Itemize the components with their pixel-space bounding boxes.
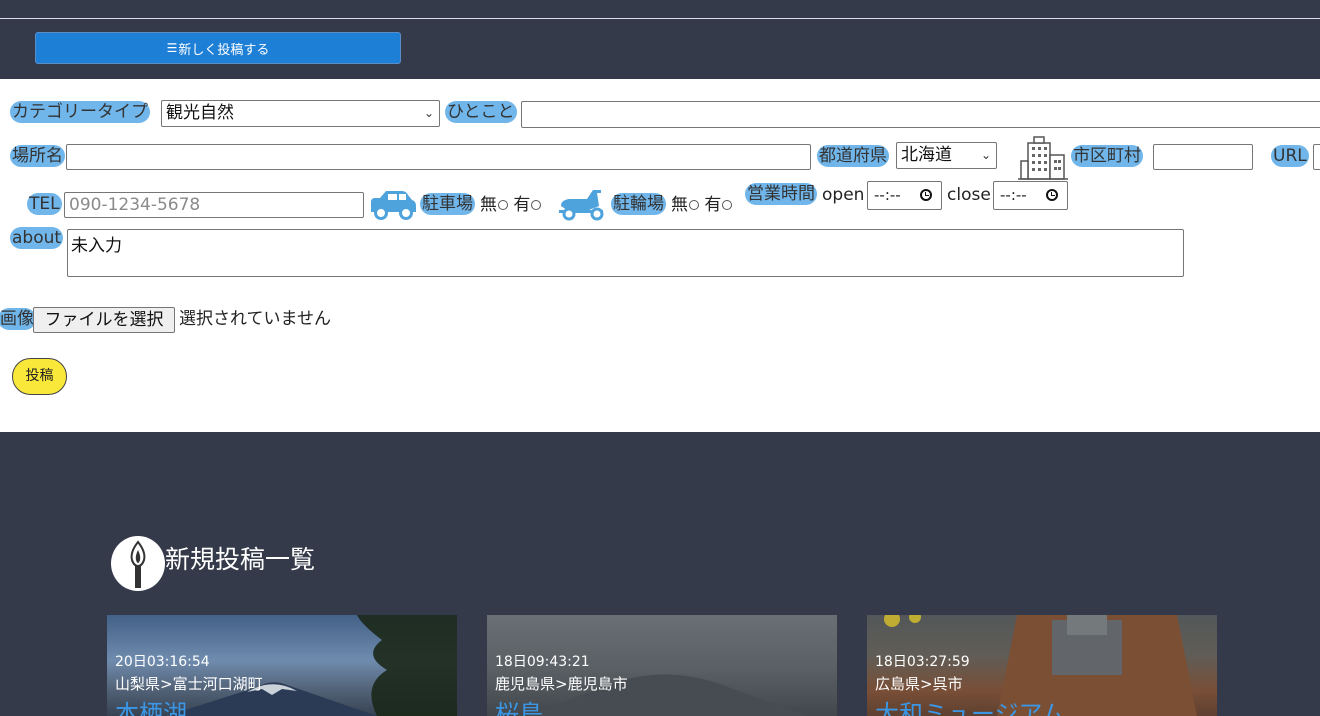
open-label: open <box>822 185 865 205</box>
chevron-down-icon: ⌄ <box>980 148 991 162</box>
parking-none-option[interactable]: 無 有 <box>480 194 542 216</box>
parking-none-radio[interactable] <box>498 200 508 210</box>
new-posts-title: 新規投稿一覧 <box>165 545 316 574</box>
comment-input[interactable] <box>521 101 1320 128</box>
clock-icon[interactable] <box>920 189 932 201</box>
city-input[interactable] <box>1153 144 1253 170</box>
file-select-button[interactable]: ファイルを選択 <box>33 307 175 333</box>
parking-none-label: 無 <box>480 195 497 215</box>
list-icon: ☰ <box>166 41 178 55</box>
prefecture-select-value: 北海道 <box>901 145 952 165</box>
prefecture-label: 都道府県 <box>817 145 889 167</box>
building-icon <box>1018 136 1068 180</box>
open-time-value: --:-- <box>874 186 901 204</box>
card-title[interactable]: 桜島 <box>495 694 543 716</box>
tel-input[interactable] <box>64 192 364 218</box>
bike-parking-label: 駐輪場 <box>611 193 666 215</box>
category-label: カテゴリータイプ <box>10 101 150 123</box>
place-name-input[interactable] <box>66 144 811 170</box>
post-form: カテゴリータイプ 観光自然 ⌄ ひとこと 場所名 都道府県 北海道 ⌄ 市区町村… <box>0 79 1320 432</box>
about-label: about <box>10 227 64 249</box>
city-label: 市区町村 <box>1071 145 1143 167</box>
close-time-value: --:-- <box>1000 186 1027 204</box>
category-select-value: 観光自然 <box>166 103 234 123</box>
place-name-label: 場所名 <box>10 145 65 167</box>
post-card[interactable]: 20日03:16:54 山梨県>富士河口湖町 本栖湖 <box>107 615 457 716</box>
scooter-icon <box>559 190 604 221</box>
new-post-button-label: 新しく投稿する <box>178 42 270 58</box>
post-card[interactable]: 18日09:43:21 鹿児島県>鹿児島市 桜島 <box>487 615 837 716</box>
bike-none-label: 無 <box>671 195 688 215</box>
card-location: 山梨県>富士河口湖町 <box>115 675 263 693</box>
bike-none-radio[interactable] <box>689 200 699 210</box>
card-location: 鹿児島県>鹿児島市 <box>495 675 628 693</box>
parking-yes-radio[interactable] <box>531 200 542 210</box>
clock-icon[interactable] <box>1046 189 1058 201</box>
bike-yes-radio[interactable] <box>722 200 733 210</box>
about-textarea[interactable]: 未入力 <box>67 229 1184 277</box>
comment-label: ひとこと <box>445 101 517 123</box>
prefecture-select[interactable]: 北海道 ⌄ <box>896 142 997 169</box>
header-bar: ☰ 新しく投稿する <box>0 0 1320 79</box>
candle-icon <box>111 536 165 591</box>
close-time-input[interactable]: --:-- <box>993 181 1068 210</box>
header-divider <box>0 18 1320 19</box>
post-card[interactable]: 18日03:27:59 広島県>呉市 大和ミュージアム <box>867 615 1217 716</box>
card-title[interactable]: 大和ミュージアム <box>875 694 1065 716</box>
car-icon <box>371 191 416 220</box>
category-select[interactable]: 観光自然 ⌄ <box>161 100 440 127</box>
submit-button[interactable]: 投稿 <box>12 358 67 395</box>
open-time-input[interactable]: --:-- <box>867 181 942 210</box>
card-timestamp: 18日03:27:59 <box>875 654 970 670</box>
card-timestamp: 20日03:16:54 <box>115 654 210 670</box>
card-location: 広島県>呉市 <box>875 675 963 693</box>
card-timestamp: 18日09:43:21 <box>495 654 590 670</box>
parking-yes-label: 有 <box>513 195 531 215</box>
file-status: 選択されていません <box>179 309 331 329</box>
card-title[interactable]: 本栖湖 <box>115 694 187 716</box>
tel-label: TEL <box>27 193 62 215</box>
url-input[interactable] <box>1313 144 1320 170</box>
chevron-down-icon: ⌄ <box>423 106 434 120</box>
image-label: 画像 <box>0 308 36 330</box>
bike-yes-label: 有 <box>704 195 722 215</box>
url-label: URL <box>1271 145 1309 167</box>
parking-label: 駐車場 <box>420 193 475 215</box>
new-post-button[interactable]: ☰ 新しく投稿する <box>35 32 401 64</box>
bike-parking-options[interactable]: 無 有 <box>671 194 733 216</box>
close-label: close <box>947 185 991 205</box>
business-hours-label: 営業時間 <box>745 183 817 205</box>
